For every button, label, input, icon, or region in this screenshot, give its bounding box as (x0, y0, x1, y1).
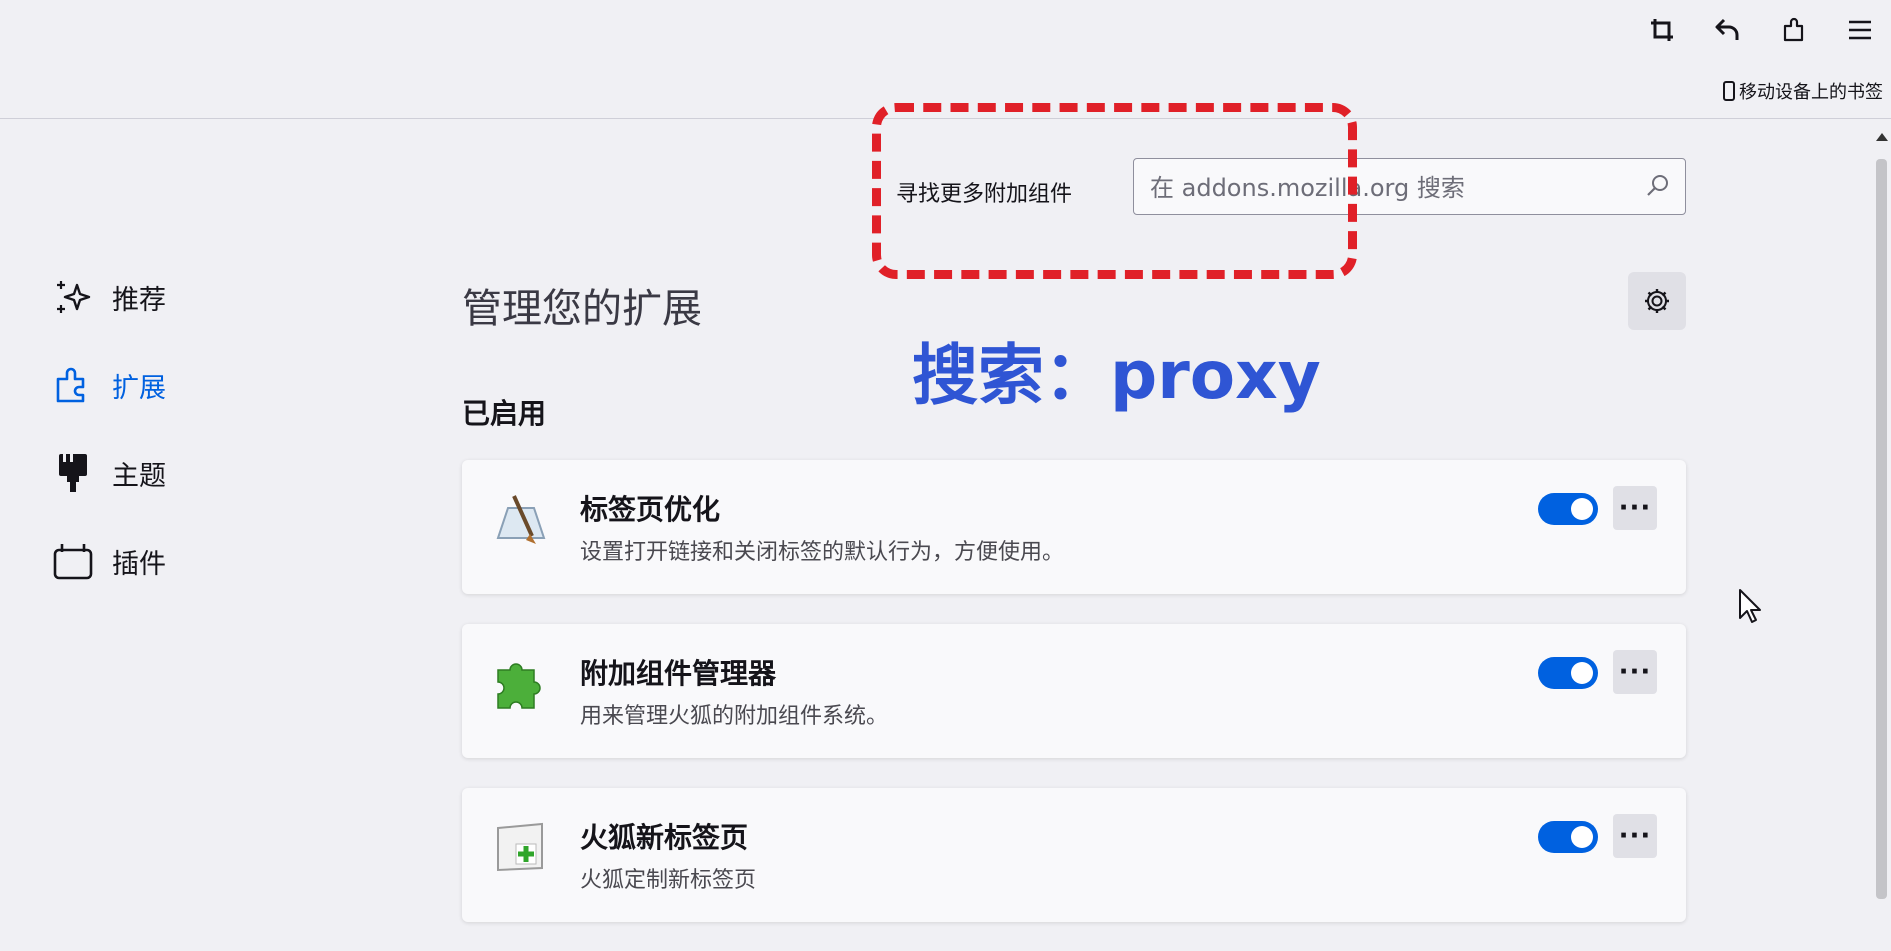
mobile-bookmarks[interactable]: 移动设备上的书签 (1723, 78, 1883, 104)
scrollbar[interactable] (1872, 119, 1891, 951)
extension-enable-toggle[interactable] (1538, 657, 1598, 689)
extension-card[interactable]: 附加组件管理器 用来管理火狐的附加组件系统。 ··· (462, 624, 1686, 758)
undo-icon[interactable] (1710, 12, 1746, 48)
more-options-button[interactable]: ··· (1613, 650, 1657, 694)
extension-enable-toggle[interactable] (1538, 821, 1598, 853)
sidebar-item-plugins[interactable]: 插件 (52, 540, 166, 582)
extension-enable-toggle[interactable] (1538, 493, 1598, 525)
scroll-up-arrow-icon[interactable] (1876, 133, 1888, 141)
sidebar-item-label: 插件 (112, 548, 166, 580)
annotation-text: 搜索：proxy (912, 337, 1321, 414)
extension-card[interactable]: 标签页优化 设置打开链接和关闭标签的默认行为，方便使用。 ··· (462, 460, 1686, 594)
brush-icon (52, 452, 94, 494)
sidebar-item-extensions[interactable]: 扩展 (52, 364, 166, 406)
new-tab-icon (492, 818, 552, 878)
extension-description: 用来管理火狐的附加组件系统。 (580, 704, 889, 729)
puzzle-icon (52, 364, 94, 406)
page-title: 管理您的扩展 (462, 286, 702, 332)
mobile-device-icon (1723, 81, 1735, 101)
browser-toolbar: 移动设备上的书签 (0, 0, 1891, 119)
gear-icon (1645, 289, 1669, 313)
extension-name: 附加组件管理器 (580, 657, 777, 690)
sidebar-item-themes[interactable]: 主题 (52, 452, 166, 494)
extension-name: 标签页优化 (580, 493, 721, 526)
search-icon[interactable] (1645, 173, 1671, 203)
extension-name: 火狐新标签页 (580, 821, 749, 854)
sidebar-item-label: 扩展 (112, 372, 166, 404)
extension-description: 设置打开链接和关闭标签的默认行为，方便使用。 (580, 540, 1065, 565)
plugin-icon (52, 540, 94, 582)
sidebar-item-label: 推荐 (112, 284, 166, 316)
tab-optimizer-icon (492, 490, 552, 550)
extension-card[interactable]: 火狐新标签页 火狐定制新标签页 ··· (462, 788, 1686, 922)
sidebar-item-label: 主题 (112, 460, 166, 492)
extension-description: 火狐定制新标签页 (580, 868, 757, 893)
mouse-cursor-icon (1738, 588, 1762, 628)
menu-icon[interactable] (1842, 12, 1878, 48)
crop-icon[interactable] (1644, 12, 1680, 48)
scrollbar-thumb[interactable] (1876, 159, 1887, 899)
mobile-bookmarks-label: 移动设备上的书签 (1739, 82, 1883, 103)
settings-button[interactable] (1628, 272, 1686, 330)
annotation-highlight-box (872, 103, 1357, 279)
extensions-icon[interactable] (1776, 12, 1812, 48)
more-options-button[interactable]: ··· (1613, 814, 1657, 858)
sidebar-item-recommended[interactable]: 推荐 (52, 276, 166, 318)
green-puzzle-icon (492, 654, 552, 714)
sparkle-icon (52, 276, 94, 318)
more-options-button[interactable]: ··· (1613, 486, 1657, 530)
enabled-section-heading: 已启用 (462, 397, 547, 430)
